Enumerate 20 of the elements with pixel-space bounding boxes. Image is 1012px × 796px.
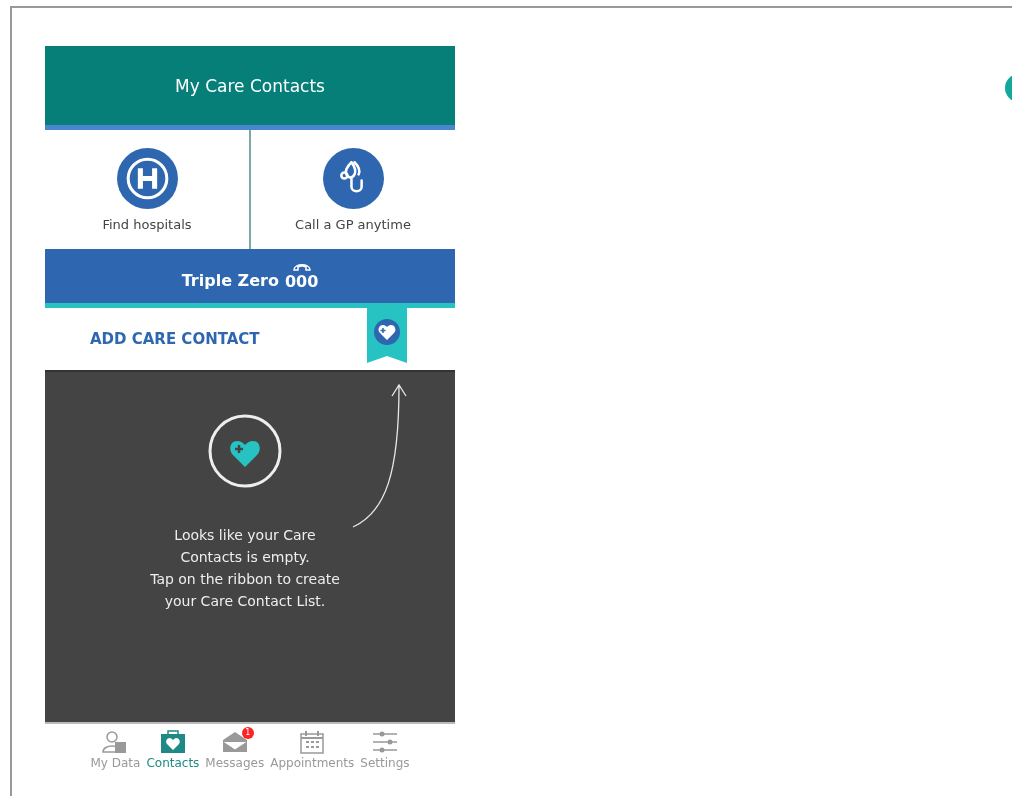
phone-icon bbox=[291, 261, 312, 272]
screen-title: My Care Contacts bbox=[175, 75, 325, 96]
heart-plus-icon bbox=[208, 414, 282, 488]
tab-item[interactable]: 1 Messages bbox=[203, 724, 267, 778]
envelope-icon bbox=[221, 730, 248, 754]
emergency-call-button[interactable]: Triple Zero 000 bbox=[45, 249, 455, 308]
tab-item[interactable]: Settings bbox=[358, 724, 412, 778]
empty-message: Looks like your Care Contacts is empty. Tap on the ribbon to create your Care Contact List. bbox=[150, 526, 340, 611]
tab-item[interactable]: My Data bbox=[88, 724, 143, 778]
medical-bag-icon bbox=[159, 730, 186, 754]
person-document-icon bbox=[102, 730, 129, 754]
calendar-icon bbox=[299, 730, 326, 754]
ribbon-icon[interactable] bbox=[367, 308, 407, 363]
notification-badge: 1 bbox=[241, 727, 254, 739]
sliders-icon bbox=[371, 730, 398, 754]
hospital-icon bbox=[116, 147, 178, 209]
tab-item[interactable]: Appointments bbox=[268, 724, 357, 778]
tab-item[interactable]: Contacts bbox=[144, 724, 202, 778]
stethoscope-icon bbox=[322, 147, 384, 209]
add-care-contact-link[interactable]: ADD CARE CONTACT bbox=[90, 330, 260, 348]
